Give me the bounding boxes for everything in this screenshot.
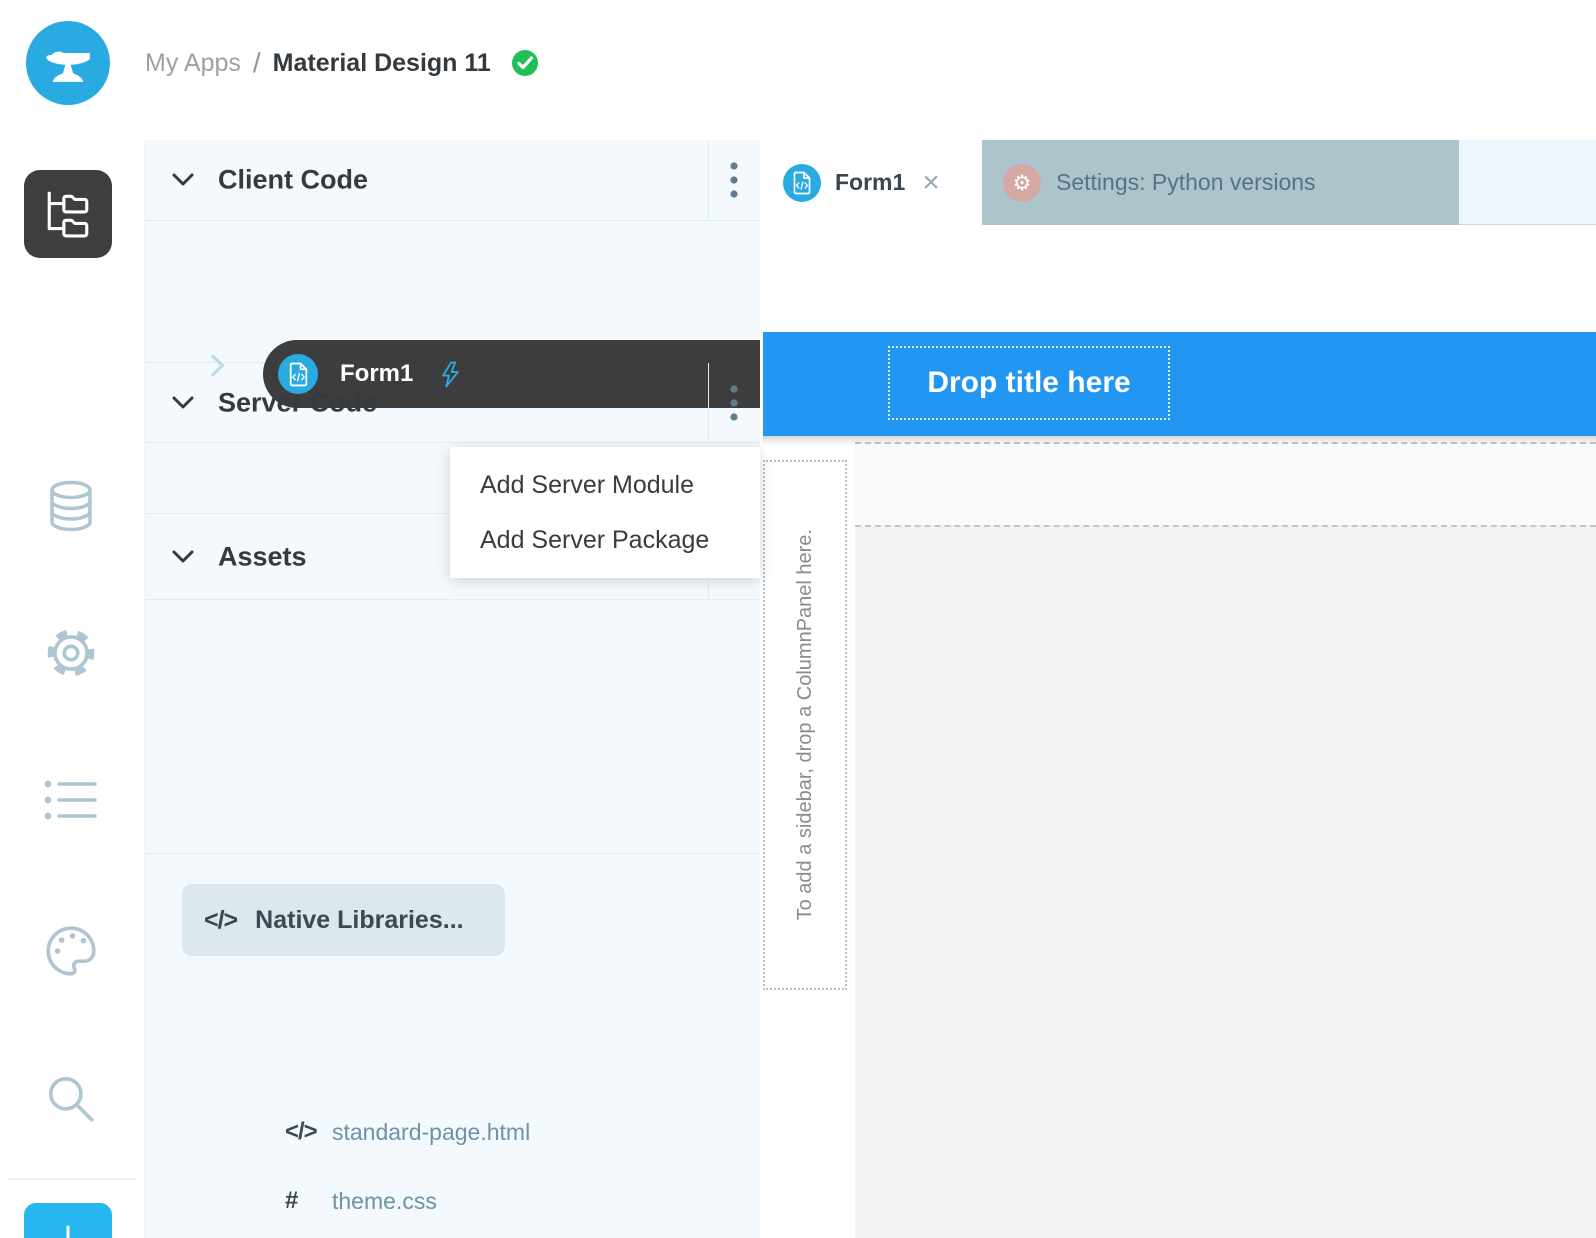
section-server-code[interactable]: Server Code xyxy=(145,363,760,443)
list-icon xyxy=(44,780,97,820)
title-placeholder: Drop title here xyxy=(927,366,1131,399)
sidebar-item-data-tables[interactable] xyxy=(40,475,102,537)
design-canvas: To add a sidebar, drop a ColumnPanel her… xyxy=(760,436,1596,1238)
form-doc-icon xyxy=(783,163,821,202)
folder-tree-icon xyxy=(47,191,89,238)
breadcrumb-app-name[interactable]: Material Design 11 xyxy=(273,49,491,78)
sidebar-item-settings[interactable] xyxy=(40,622,102,684)
assets-list: </> standard-page.html # theme.css xyxy=(145,600,760,1214)
anvil-logo-icon[interactable] xyxy=(26,21,110,105)
check-circle-icon xyxy=(511,49,539,77)
asset-label: standard-page.html xyxy=(332,1118,531,1145)
breadcrumb-separator: / xyxy=(252,47,261,78)
asset-item-theme-css[interactable]: # theme.css xyxy=(145,1179,760,1223)
breadcrumb: My Apps / Material Design 11 xyxy=(145,0,539,126)
section-label: Assets xyxy=(218,541,307,571)
anvil-icon xyxy=(46,51,90,82)
icon-sidebar xyxy=(0,140,145,1238)
sidebar-item-logs[interactable] xyxy=(40,770,102,832)
title-dropzone[interactable]: Drop title here xyxy=(888,346,1170,420)
kebab-menu-icon[interactable] xyxy=(726,157,742,203)
content-drop-region-lower[interactable] xyxy=(855,525,1596,1238)
tab-settings-python-versions[interactable]: ⚙ Settings: Python versions xyxy=(982,140,1459,225)
code-tag-icon: </> xyxy=(204,905,238,934)
asset-item-standard-page[interactable]: </> standard-page.html xyxy=(145,1110,760,1154)
palette-icon xyxy=(46,926,96,976)
menu-item-add-server-module[interactable]: Add Server Module xyxy=(450,459,760,511)
database-icon xyxy=(50,480,92,532)
section-label: Client Code xyxy=(218,164,369,195)
section-label: Server Code xyxy=(218,387,378,417)
menu-item-add-server-package[interactable]: Add Server Package xyxy=(450,514,760,566)
breadcrumb-my-apps[interactable]: My Apps xyxy=(145,49,241,78)
header-divider xyxy=(708,363,709,442)
search-icon xyxy=(48,1076,94,1122)
code-tag-icon: </> xyxy=(285,1118,318,1145)
anvil-editor-window: My Apps / Material Design 11 Client Code… xyxy=(0,0,1596,1238)
sidebar-divider xyxy=(8,1178,137,1180)
client-code-list: Form1 xyxy=(145,221,760,408)
chevron-down-icon[interactable] xyxy=(171,172,195,189)
editor-toolbar: Design Code Split Fo xyxy=(760,225,1596,528)
sidebar-dropzone[interactable]: To add a sidebar, drop a ColumnPanel her… xyxy=(763,460,847,990)
section-client-code[interactable]: Client Code xyxy=(145,140,760,221)
close-icon[interactable]: × xyxy=(922,167,940,198)
native-libraries-button[interactable]: </> Native Libraries... xyxy=(182,884,505,956)
sidebar-item-app-browser[interactable] xyxy=(24,170,112,258)
tab-form1[interactable]: Form1 × xyxy=(760,140,982,225)
content-drop-region[interactable] xyxy=(855,442,1596,1238)
app-browser-panel: Client Code Form1 Server Code Assets </>… xyxy=(145,140,760,1238)
kebab-menu-icon[interactable] xyxy=(726,380,742,426)
chevron-down-icon[interactable] xyxy=(171,548,195,565)
sidebar-drop-hint: To add a sidebar, drop a ColumnPanel her… xyxy=(793,529,816,921)
native-libraries-label: Native Libraries... xyxy=(255,905,464,934)
server-code-context-menu: Add Server Module Add Server Package xyxy=(450,447,760,578)
gear-icon: ⚙ xyxy=(1003,163,1041,202)
add-app-component-button[interactable] xyxy=(24,1203,112,1238)
chevron-down-icon[interactable] xyxy=(171,394,195,411)
header-divider xyxy=(708,140,709,220)
hash-icon: # xyxy=(285,1187,298,1214)
tab-label: Settings: Python versions xyxy=(1056,169,1316,195)
asset-label: theme.css xyxy=(332,1187,437,1214)
sidebar-item-search[interactable] xyxy=(40,1068,102,1130)
tab-label: Form1 xyxy=(835,169,906,195)
sidebar-item-theme[interactable] xyxy=(40,920,102,982)
top-header: My Apps / Material Design 11 xyxy=(0,0,1596,140)
app-bar: Drop title here xyxy=(763,332,1596,436)
plus-icon xyxy=(66,1225,70,1238)
app-bar-shadow xyxy=(763,436,1596,445)
gear-icon xyxy=(47,629,95,677)
